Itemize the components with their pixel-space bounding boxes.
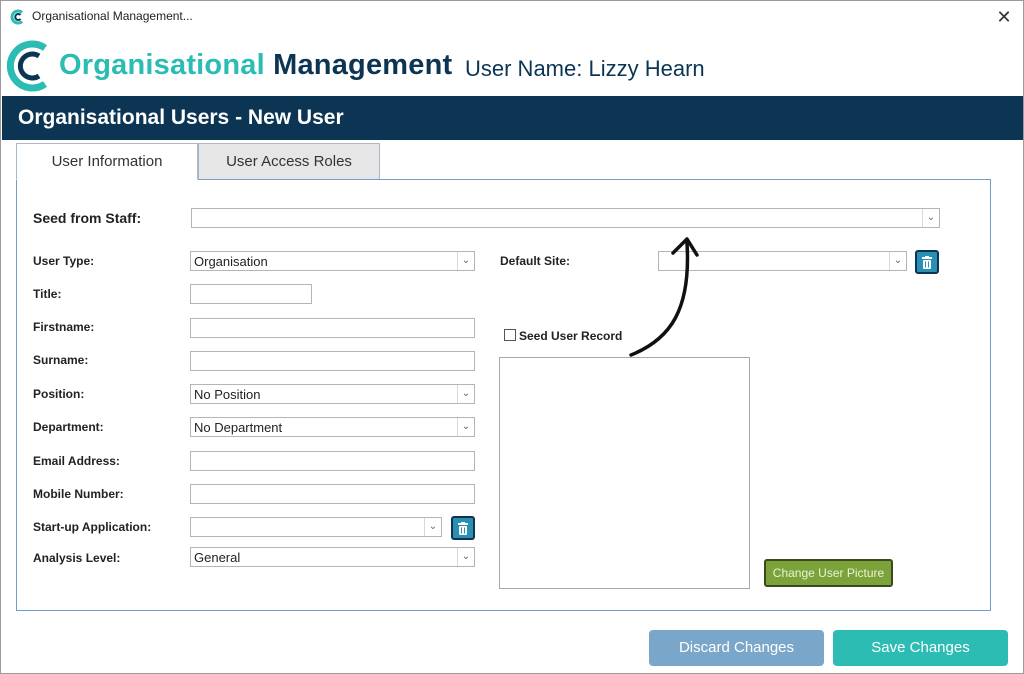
seed-user-record-label: Seed User Record xyxy=(519,329,623,343)
user-type-select[interactable]: Organisation ⌄ xyxy=(190,251,475,271)
chevron-down-icon: ⌄ xyxy=(457,418,474,436)
discard-changes-button[interactable]: Discard Changes xyxy=(649,630,824,666)
mobile-field[interactable] xyxy=(190,484,475,504)
chevron-down-icon: ⌄ xyxy=(424,518,441,536)
title-field[interactable] xyxy=(190,284,312,304)
close-button[interactable]: ✕ xyxy=(993,6,1015,28)
user-picture xyxy=(499,357,750,589)
app-logo-icon xyxy=(10,9,23,25)
surname-label: Surname: xyxy=(33,353,89,367)
clear-startup-app-button[interactable] xyxy=(451,516,475,540)
page-title: Organisational Users - New User xyxy=(18,106,344,129)
tab-user-access-roles[interactable]: User Access Roles xyxy=(198,143,380,180)
firstname-field[interactable] xyxy=(190,318,475,338)
save-changes-button[interactable]: Save Changes xyxy=(833,630,1008,666)
position-label: Position: xyxy=(33,387,85,401)
startup-app-select[interactable]: ⌄ xyxy=(190,517,442,537)
position-value: No Position xyxy=(194,387,261,402)
user-name: User Name: Lizzy Hearn xyxy=(465,56,705,81)
trash-icon xyxy=(458,522,468,535)
title-label: Title: xyxy=(33,287,62,301)
page-banner: Organisational Users - New User xyxy=(2,96,1023,140)
firstname-label: Firstname: xyxy=(33,320,95,334)
analysis-level-label: Analysis Level: xyxy=(33,551,121,565)
app-header: Organisational Management User Name: Liz… xyxy=(1,34,1023,96)
brand-part-management: Management xyxy=(273,49,453,81)
trash-icon xyxy=(922,256,932,269)
brand-logo-icon xyxy=(6,40,48,92)
tab-user-information[interactable]: User Information xyxy=(16,143,198,180)
department-select[interactable]: No Department ⌄ xyxy=(190,417,475,437)
chevron-down-icon: ⌄ xyxy=(457,385,474,403)
seed-from-staff-label: Seed from Staff: xyxy=(33,210,142,226)
curved-arrow-icon xyxy=(629,237,699,357)
window-title: Organisational Management... xyxy=(32,9,193,23)
seed-user-record-checkbox[interactable] xyxy=(504,329,516,341)
analysis-level-select[interactable]: General ⌄ xyxy=(190,547,475,567)
brand-part-organisational: Organisational xyxy=(59,49,265,81)
app-window: Organisational Management... ✕ Organisat… xyxy=(0,0,1024,674)
startup-app-label: Start-up Application: xyxy=(33,520,152,534)
department-value: No Department xyxy=(194,420,283,435)
default-site-label: Default Site: xyxy=(500,254,571,268)
analysis-level-value: General xyxy=(194,550,241,565)
seed-from-staff-select[interactable]: ⌄ xyxy=(191,208,940,228)
chevron-down-icon: ⌄ xyxy=(457,252,474,270)
department-label: Department: xyxy=(33,420,104,434)
mobile-label: Mobile Number: xyxy=(33,487,124,501)
change-user-picture-button[interactable]: Change User Picture xyxy=(764,559,893,587)
brand-name: Organisational Management xyxy=(59,49,452,82)
chevron-down-icon: ⌄ xyxy=(889,252,906,270)
email-field[interactable] xyxy=(190,451,475,471)
email-label: Email Address: xyxy=(33,454,120,468)
chevron-down-icon: ⌄ xyxy=(922,209,939,227)
user-type-value: Organisation xyxy=(194,254,268,269)
close-icon: ✕ xyxy=(996,7,1012,27)
chevron-down-icon: ⌄ xyxy=(457,548,474,566)
surname-field[interactable] xyxy=(190,351,475,371)
user-type-label: User Type: xyxy=(33,254,95,268)
clear-default-site-button[interactable] xyxy=(915,250,939,274)
position-select[interactable]: No Position ⌄ xyxy=(190,384,475,404)
title-bar: Organisational Management... ✕ xyxy=(1,1,1023,33)
